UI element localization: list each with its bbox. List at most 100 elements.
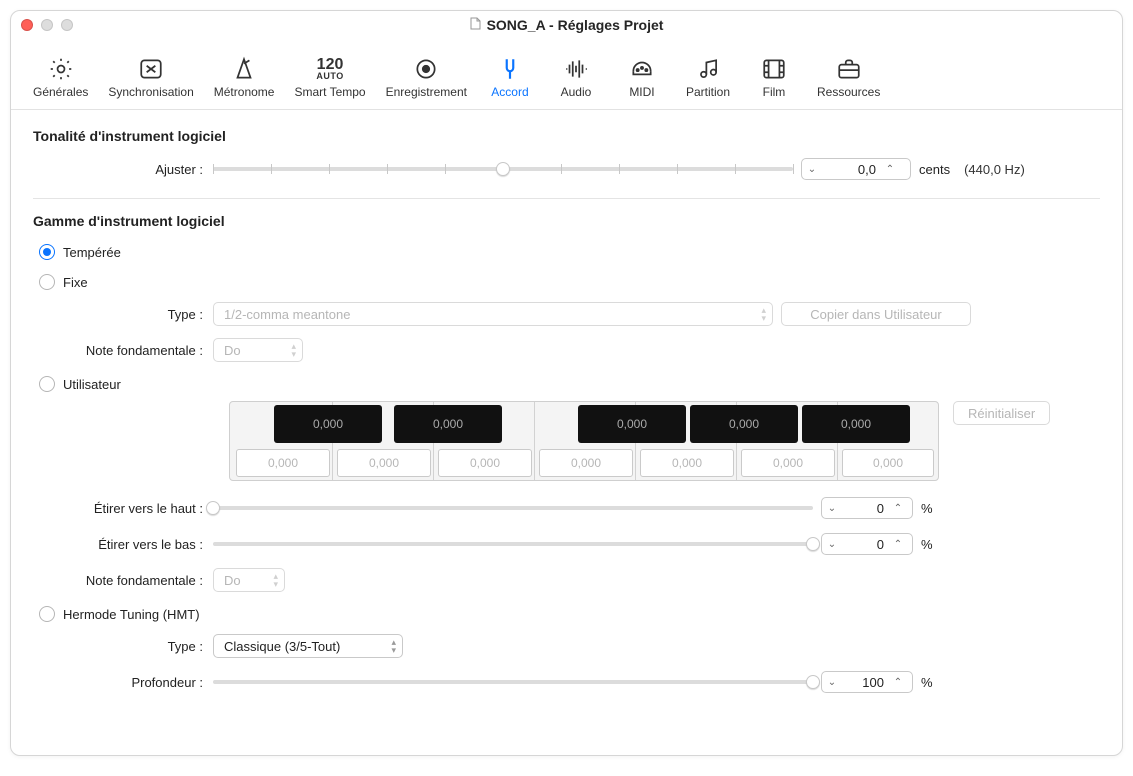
chevron-up-icon[interactable]: ⌃ [888, 503, 908, 514]
stretch-up-slider[interactable] [213, 506, 813, 510]
copy-button-label: Copier dans Utilisateur [810, 307, 942, 322]
stretch-up-stepper[interactable]: ⌄ 0 ⌃ [821, 497, 913, 519]
tab-enregistrement[interactable]: Enregistrement [376, 43, 477, 103]
tab-partition[interactable]: Partition [675, 43, 741, 103]
document-icon [470, 17, 481, 33]
white-key[interactable]: 0,000 [842, 449, 934, 477]
white-key[interactable]: 0,000 [438, 449, 532, 477]
content-pane: Tonalité d'instrument logiciel Ajuster : [11, 110, 1122, 755]
chevron-up-icon[interactable]: ⌃ [888, 677, 908, 688]
white-key[interactable]: 0,000 [539, 449, 633, 477]
tab-generales[interactable]: Générales [23, 43, 98, 103]
hmt-type-select[interactable]: Classique (3/5-Tout) ▴▾ [213, 634, 403, 658]
black-key[interactable]: 0,000 [690, 405, 798, 443]
smart-tempo-mode: AUTO [316, 72, 343, 81]
black-key[interactable]: 0,000 [274, 405, 382, 443]
chevron-up-icon[interactable]: ⌃ [880, 164, 900, 175]
tab-label: Métronome [214, 85, 275, 99]
radio-temperee-label: Tempérée [63, 245, 121, 260]
tab-label: Synchronisation [108, 85, 193, 99]
white-key[interactable]: 0,000 [741, 449, 835, 477]
root-value-2: Do [224, 573, 241, 588]
root-label-2: Note fondamentale : [33, 573, 213, 588]
tab-smart-tempo[interactable]: 120 AUTO Smart Tempo [284, 43, 375, 103]
black-key[interactable]: 0,000 [802, 405, 910, 443]
tab-label: Film [763, 85, 786, 99]
tab-synchronisation[interactable]: Synchronisation [98, 43, 203, 103]
tuning-fork-icon [495, 55, 525, 83]
sync-icon [136, 55, 166, 83]
depth-value: 100 [842, 675, 888, 690]
row-depth: Profondeur : ⌄ 100 ⌃ % [33, 667, 1100, 697]
window-title-text: SONG_A - Réglages Projet [487, 17, 664, 33]
white-key[interactable]: 0,000 [236, 449, 330, 477]
divider [33, 198, 1100, 199]
stretch-down-value: 0 [842, 537, 888, 552]
radio-fixe[interactable] [39, 274, 55, 290]
tab-label: Ressources [817, 85, 880, 99]
type-select[interactable]: 1/2-comma meantone ▴▾ [213, 302, 773, 326]
radio-hmt[interactable] [39, 606, 55, 622]
black-key[interactable]: 0,000 [578, 405, 686, 443]
type-value: 1/2-comma meantone [224, 307, 350, 322]
midi-icon [627, 55, 657, 83]
tuning-keyboard[interactable]: 0,000 0,000 0,000 0,000 0,000 0,000 0,00… [229, 401, 939, 481]
depth-stepper[interactable]: ⌄ 100 ⌃ [821, 671, 913, 693]
toolbar: Générales Synchronisation Métronome 120 … [11, 39, 1122, 110]
smart-tempo-icon: 120 AUTO [315, 55, 345, 83]
tab-midi[interactable]: MIDI [609, 43, 675, 103]
row-ajuster: Ajuster : ⌄ 0,0 ⌃ [33, 154, 1100, 184]
tab-metronome[interactable]: Métronome [204, 43, 285, 103]
tab-label: Partition [686, 85, 730, 99]
tab-accord[interactable]: Accord [477, 43, 543, 103]
root-select[interactable]: Do ▴▾ [213, 338, 303, 362]
chevron-down-icon[interactable]: ⌄ [822, 503, 842, 514]
chevron-down-icon[interactable]: ⌄ [822, 677, 842, 688]
chevron-down-icon[interactable]: ⌄ [822, 539, 842, 550]
project-settings-window: SONG_A - Réglages Projet Générales Synch… [10, 10, 1123, 756]
stretch-down-slider[interactable] [213, 542, 813, 546]
chevron-updown-icon: ▴▾ [391, 638, 396, 654]
radio-hmt-label: Hermode Tuning (HMT) [63, 607, 200, 622]
percent-unit: % [921, 675, 933, 690]
black-key[interactable]: 0,000 [394, 405, 502, 443]
stretch-down-stepper[interactable]: ⌄ 0 ⌃ [821, 533, 913, 555]
tab-film[interactable]: Film [741, 43, 807, 103]
ajuster-stepper[interactable]: ⌄ 0,0 ⌃ [801, 158, 911, 180]
reset-button-label: Réinitialiser [968, 406, 1035, 421]
ajuster-label: Ajuster : [33, 162, 213, 177]
tab-ressources[interactable]: Ressources [807, 43, 890, 103]
copy-to-user-button[interactable]: Copier dans Utilisateur [781, 302, 971, 326]
root-select-2[interactable]: Do ▴▾ [213, 568, 285, 592]
chevron-updown-icon: ▴▾ [273, 572, 278, 588]
radio-utilisateur[interactable] [39, 376, 55, 392]
row-stretch-up: Étirer vers le haut : ⌄ 0 ⌃ % [33, 493, 1100, 523]
metronome-icon [229, 55, 259, 83]
tab-audio[interactable]: Audio [543, 43, 609, 103]
chevron-down-icon[interactable]: ⌄ [802, 164, 822, 175]
tab-label: Smart Tempo [294, 85, 365, 99]
ajuster-slider[interactable] [213, 167, 793, 171]
stretch-up-label: Étirer vers le haut : [33, 501, 213, 516]
smart-tempo-bpm: 120 [317, 57, 344, 72]
type-label: Type : [33, 307, 213, 322]
tab-label: Audio [561, 85, 592, 99]
row-hmt-type: Type : Classique (3/5-Tout) ▴▾ [33, 631, 1100, 661]
hmt-type-value: Classique (3/5-Tout) [224, 639, 340, 654]
radio-temperee-row[interactable]: Tempérée [39, 239, 1100, 265]
white-key[interactable]: 0,000 [640, 449, 734, 477]
radio-fixe-row[interactable]: Fixe [39, 269, 1100, 295]
ajuster-unit: cents [919, 162, 950, 177]
reset-button[interactable]: Réinitialiser [953, 401, 1050, 425]
row-type: Type : 1/2-comma meantone ▴▾ Copier dans… [33, 299, 1100, 329]
radio-utilisateur-row[interactable]: Utilisateur [39, 371, 1100, 397]
waveform-icon [561, 55, 591, 83]
radio-temperee[interactable] [39, 244, 55, 260]
root-label: Note fondamentale : [33, 343, 213, 358]
white-key[interactable]: 0,000 [337, 449, 431, 477]
root-value: Do [224, 343, 241, 358]
chevron-up-icon[interactable]: ⌃ [888, 539, 908, 550]
depth-slider[interactable] [213, 680, 813, 684]
window-title: SONG_A - Réglages Projet [11, 17, 1122, 33]
radio-hmt-row[interactable]: Hermode Tuning (HMT) [39, 601, 1100, 627]
